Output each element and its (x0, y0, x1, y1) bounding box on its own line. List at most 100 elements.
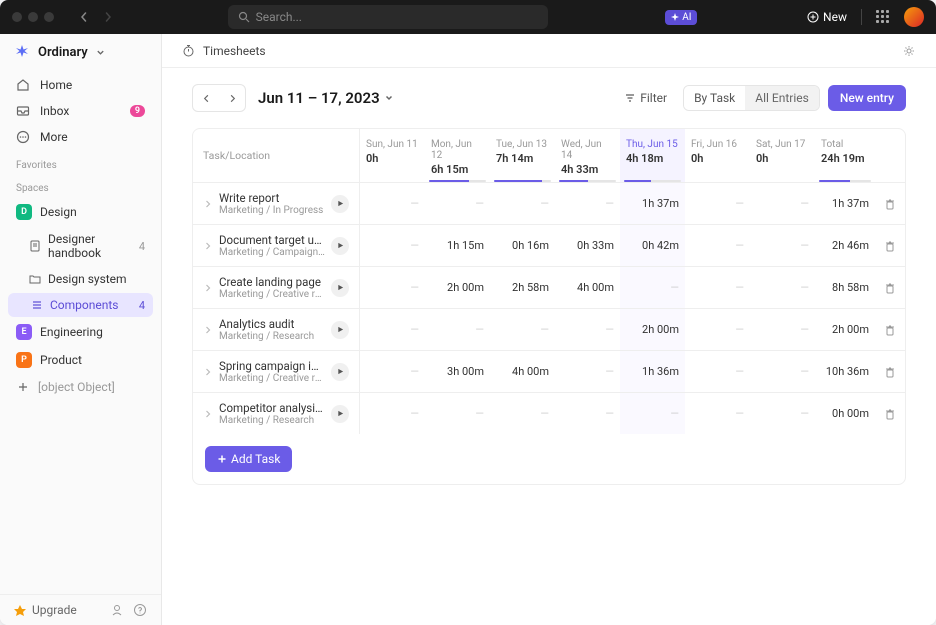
time-cell[interactable]: — (620, 267, 685, 308)
day-header[interactable]: Wed, Jun 144h 33m (555, 129, 620, 182)
new-button[interactable]: New (807, 10, 847, 24)
time-cell[interactable]: — (685, 393, 750, 434)
day-header[interactable]: Sun, Jun 110h (360, 129, 425, 182)
apps-icon[interactable] (876, 10, 890, 24)
time-cell[interactable]: — (555, 393, 620, 434)
time-cell[interactable]: — (685, 183, 750, 224)
nav-forward[interactable] (98, 7, 118, 27)
chevron-right-icon[interactable] (203, 283, 213, 293)
time-cell[interactable]: — (750, 225, 815, 266)
space-components[interactable]: Components 4 (8, 293, 153, 317)
close-window[interactable] (12, 12, 22, 22)
time-cell[interactable]: — (750, 393, 815, 434)
time-cell[interactable]: — (750, 267, 815, 308)
upgrade-button[interactable]: Upgrade (14, 603, 103, 617)
chevron-right-icon[interactable] (203, 241, 213, 251)
space-product[interactable]: P Product (8, 347, 153, 373)
time-cell[interactable]: 1h 15m (425, 225, 490, 266)
play-button[interactable] (331, 363, 349, 381)
time-cell[interactable]: — (425, 183, 490, 224)
time-cell[interactable]: — (490, 393, 555, 434)
filter-button[interactable]: Filter (616, 86, 675, 110)
avatar[interactable] (904, 7, 924, 27)
time-cell[interactable]: 1h 37m (620, 183, 685, 224)
invite-icon[interactable] (111, 603, 125, 617)
time-cell[interactable]: — (360, 267, 425, 308)
time-cell[interactable]: — (360, 393, 425, 434)
chevron-right-icon[interactable] (203, 409, 213, 419)
time-cell[interactable]: — (490, 309, 555, 350)
time-cell[interactable]: 3h 00m (425, 351, 490, 392)
time-cell[interactable]: — (360, 183, 425, 224)
time-cell[interactable]: — (360, 351, 425, 392)
chevron-right-icon[interactable] (203, 325, 213, 335)
chevron-right-icon[interactable] (203, 199, 213, 209)
time-cell[interactable]: 2h 00m (620, 309, 685, 350)
nav-back[interactable] (74, 7, 94, 27)
time-cell[interactable]: — (620, 393, 685, 434)
sidebar-item-more[interactable]: More (8, 124, 153, 150)
sidebar-item-inbox[interactable]: Inbox 9 (8, 98, 153, 124)
time-cell[interactable]: — (685, 309, 750, 350)
search-input[interactable]: Search... (228, 5, 548, 29)
time-cell[interactable]: — (555, 309, 620, 350)
workspace-switcher[interactable]: Ordinary (0, 34, 161, 70)
ai-button[interactable]: AI (665, 10, 697, 25)
time-cell[interactable]: — (750, 309, 815, 350)
time-cell[interactable]: 0h 42m (620, 225, 685, 266)
space-design[interactable]: D Design (8, 199, 153, 225)
time-cell[interactable]: 1h 36m (620, 351, 685, 392)
next-week[interactable] (221, 87, 243, 109)
time-cell[interactable]: — (555, 351, 620, 392)
date-range-picker[interactable]: Jun 11 – 17, 2023 (258, 89, 394, 107)
time-cell[interactable]: — (425, 393, 490, 434)
discover-spaces[interactable]: [object Object] (8, 375, 153, 399)
space-designer-handbook[interactable]: Designer handbook 4 (8, 227, 153, 265)
time-cell[interactable]: 4h 00m (555, 267, 620, 308)
time-cell[interactable]: — (360, 309, 425, 350)
space-design-system[interactable]: Design system (8, 267, 153, 291)
time-cell[interactable]: 4h 00m (490, 351, 555, 392)
trash-icon[interactable] (884, 324, 896, 336)
trash-icon[interactable] (884, 198, 896, 210)
minimize-window[interactable] (28, 12, 38, 22)
time-cell[interactable]: — (490, 183, 555, 224)
maximize-window[interactable] (44, 12, 54, 22)
chevron-right-icon[interactable] (203, 367, 213, 377)
time-cell[interactable]: — (555, 183, 620, 224)
trash-icon[interactable] (884, 240, 896, 252)
play-button[interactable] (331, 195, 349, 213)
time-cell[interactable]: 0h 33m (555, 225, 620, 266)
time-cell[interactable]: — (685, 351, 750, 392)
prev-week[interactable] (195, 87, 217, 109)
trash-icon[interactable] (884, 366, 896, 378)
day-header[interactable]: Tue, Jun 137h 14m (490, 129, 555, 182)
trash-icon[interactable] (884, 282, 896, 294)
time-cell[interactable]: — (360, 225, 425, 266)
new-entry-button[interactable]: New entry (828, 85, 906, 111)
time-cell[interactable]: 2h 58m (490, 267, 555, 308)
day-header[interactable]: Thu, Jun 154h 18m (620, 129, 685, 182)
sidebar-item-home[interactable]: Home (8, 72, 153, 98)
day-header[interactable]: Fri, Jun 160h (685, 129, 750, 182)
play-button[interactable] (331, 321, 349, 339)
time-cell[interactable]: — (425, 309, 490, 350)
gear-icon[interactable] (902, 44, 916, 58)
add-task-button[interactable]: Add Task (205, 446, 292, 472)
time-cell[interactable]: — (750, 351, 815, 392)
play-button[interactable] (331, 279, 349, 297)
time-cell[interactable]: — (750, 183, 815, 224)
trash-icon[interactable] (884, 408, 896, 420)
time-cell[interactable]: 0h 16m (490, 225, 555, 266)
time-cell[interactable]: — (685, 225, 750, 266)
time-cell[interactable]: — (685, 267, 750, 308)
all-entries-toggle[interactable]: All Entries (745, 86, 819, 110)
by-task-toggle[interactable]: By Task (684, 86, 745, 110)
day-header[interactable]: Mon, Jun 126h 15m (425, 129, 490, 182)
space-engineering[interactable]: E Engineering (8, 319, 153, 345)
play-button[interactable] (331, 405, 349, 423)
day-header[interactable]: Sat, Jun 170h (750, 129, 815, 182)
help-icon[interactable] (133, 603, 147, 617)
time-cell[interactable]: 2h 00m (425, 267, 490, 308)
play-button[interactable] (331, 237, 349, 255)
